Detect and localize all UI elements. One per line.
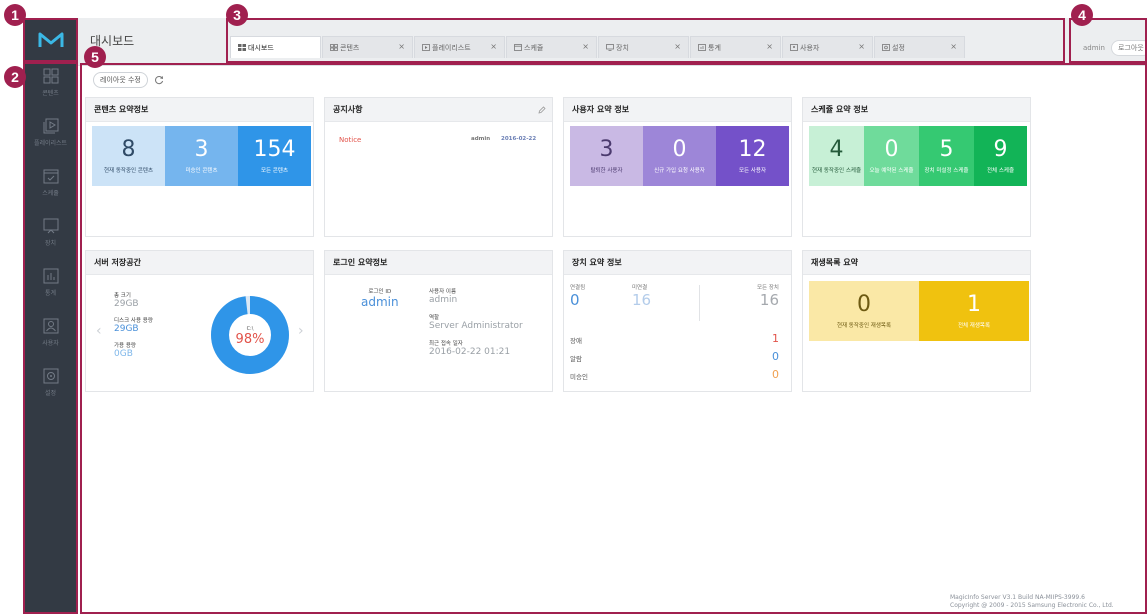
annotation-badge-5: 5 <box>84 46 106 68</box>
annotation-box-tabs <box>226 18 1065 63</box>
annotation-box-workspace <box>80 63 1147 614</box>
annotation-badge-3: 3 <box>226 4 248 26</box>
annotation-box-sidebar <box>23 62 78 614</box>
app-window: 콘텐츠 플레이리스트 스케쥴 장치 통계 사용자 설정 대시보드 대시보드 콘텐… <box>0 0 1147 614</box>
annotation-badge-4: 4 <box>1071 4 1093 26</box>
annotation-badge-2: 2 <box>4 66 26 88</box>
annotation-badge-1: 1 <box>4 4 26 26</box>
annotation-box-logo <box>23 18 78 62</box>
